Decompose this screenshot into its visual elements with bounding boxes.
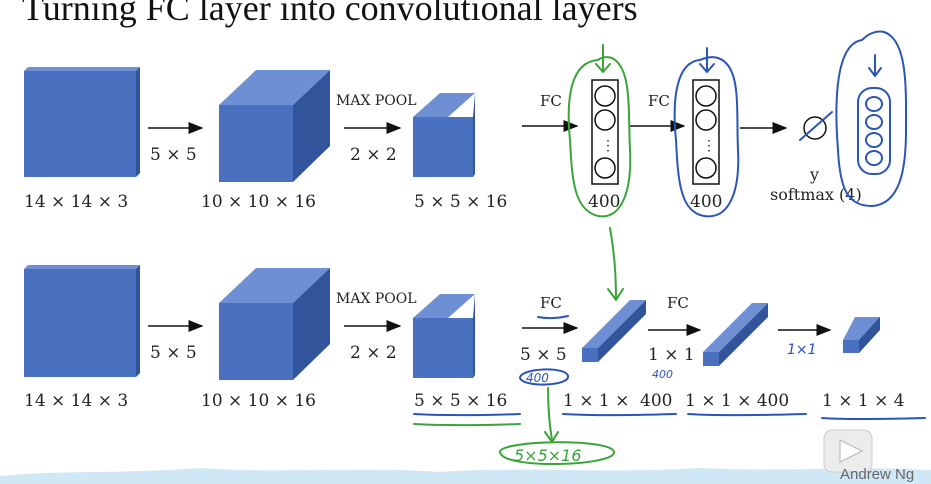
- row2-pool-dims: 5 × 5 × 16: [414, 391, 507, 411]
- slide-title: Turning FC layer into convolutional laye…: [22, 0, 638, 28]
- row1-pool-volume: [413, 93, 475, 177]
- row1-input-dims: 14 × 14 × 3: [24, 192, 128, 212]
- row2-input-dims: 14 × 14 × 3: [24, 391, 128, 411]
- row1-fc2-neuron-column: [692, 79, 720, 185]
- note-400-small: 400: [652, 368, 673, 381]
- row2-conv-volume: [219, 268, 330, 380]
- row2-pool-label: MAX POOL: [336, 291, 417, 307]
- note-5x5x16: 5×5×16: [514, 446, 582, 465]
- slide-canvas: Turning FC layer into convolutional laye…: [0, 0, 931, 484]
- underline-out-dims: [821, 417, 926, 421]
- fc1-underline: [537, 315, 569, 320]
- note-400-circled: 400: [526, 371, 549, 385]
- row1-pool-size: 2 × 2: [350, 145, 397, 165]
- row2-output-dims: 1 × 1 × 4: [822, 391, 905, 411]
- row2-pool-volume: [413, 294, 475, 378]
- row1-conv-filter: 5 × 5: [150, 145, 197, 165]
- row1-conv-dims: 10 × 10 × 16: [201, 192, 316, 212]
- row2-fc2-volume: [703, 303, 768, 366]
- row2-output-volume: [843, 317, 880, 353]
- green-arrow-down: [607, 227, 624, 301]
- underline-pool-dims-1: [413, 413, 521, 417]
- softmax-output-units: [857, 87, 891, 175]
- row1-fc2-ellipsis: ⋮: [702, 138, 716, 154]
- row1-input-volume: [24, 67, 140, 177]
- underline-pool-dims-2: [413, 423, 521, 427]
- row1-fc2-label: FC: [648, 92, 670, 110]
- row2-fc1-filter: 5 × 5: [520, 345, 567, 365]
- bottom-decor-band: [0, 468, 931, 484]
- row1-fc2-units: 400: [690, 192, 722, 212]
- row2-fc1-label: FC: [540, 294, 562, 312]
- row1-fc1-ellipsis: ⋮: [601, 138, 615, 154]
- row1-pool-label: MAX POOL: [336, 93, 417, 109]
- row2-conv-dims: 10 × 10 × 16: [201, 391, 316, 411]
- author-watermark: Andrew Ng: [840, 466, 914, 483]
- row2-fc2-label: FC: [667, 294, 689, 312]
- row1-output-symbol: y: [809, 165, 819, 184]
- row2-fc2-dims: 1 × 1 × 400: [685, 391, 789, 411]
- row2-pool-size: 2 × 2: [350, 343, 397, 363]
- row1-conv-volume: [219, 70, 330, 182]
- green-arrow-into-fc1: [595, 44, 611, 73]
- underline-fc2-dims: [687, 413, 807, 417]
- row2-fc2-filter: 1 × 1: [648, 345, 695, 365]
- row2-input-volume: [24, 265, 140, 377]
- note-1x1: 1×1: [787, 342, 817, 358]
- row1-fc1-label: FC: [540, 92, 562, 110]
- row1-fc1-neuron-column: [591, 79, 619, 185]
- blue-loop-softmax: [835, 30, 908, 207]
- green-arrow-to-5x5x16: [544, 387, 559, 443]
- row1-fc1-units: 400: [588, 192, 620, 212]
- row1-pool-dims: 5 × 5 × 16: [414, 192, 507, 212]
- row2-conv-filter: 5 × 5: [150, 343, 197, 363]
- row2-fc1-volume: [582, 300, 646, 362]
- row2-fc1-dims-prefix: 1 × 1 ×: [563, 391, 629, 411]
- row2-fc1-dims-value: 400: [640, 391, 672, 411]
- blue-arrow-softmax: [868, 54, 882, 77]
- underline-fc1-dims: [562, 413, 677, 417]
